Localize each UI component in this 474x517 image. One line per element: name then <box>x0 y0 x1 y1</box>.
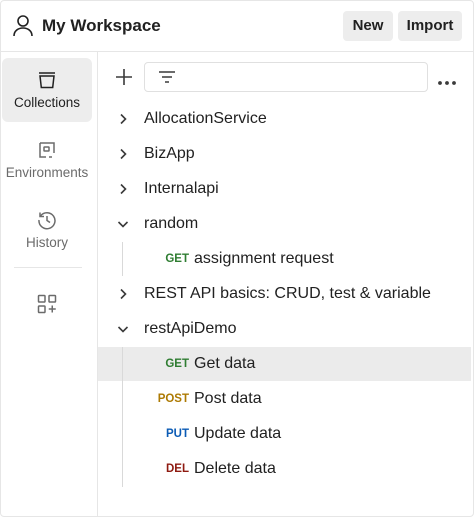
request-item[interactable]: PUT Update data <box>98 417 471 451</box>
request-method-badge: GET <box>165 253 189 265</box>
collection-name: AllocationService <box>144 110 267 127</box>
collection-item[interactable]: random <box>98 207 471 241</box>
collections-panel: AllocationService BizApp Internalapi ran… <box>98 52 474 517</box>
sidebar-item-history[interactable]: History <box>2 198 92 262</box>
workspace-title: My Workspace <box>42 16 161 35</box>
sidebar: Collections Environments History <box>1 52 98 517</box>
request-item[interactable]: POST Post data <box>98 382 471 416</box>
request-name: Delete data <box>194 460 276 477</box>
sidebar-item-collections[interactable]: Collections <box>2 58 92 122</box>
request-item[interactable]: GET assignment request <box>98 242 471 276</box>
request-item[interactable]: DEL Delete data <box>98 452 471 486</box>
history-icon <box>38 211 56 230</box>
sidebar-divider <box>14 267 82 268</box>
filter-input[interactable] <box>144 62 428 92</box>
collection-name: REST API basics: CRUD, test & variable <box>144 285 431 302</box>
environment-icon <box>39 142 55 158</box>
sidebar-item-environments[interactable]: Environments <box>2 128 92 192</box>
collection-item[interactable]: AllocationService <box>98 102 471 136</box>
workspace-panel: My Workspace New Import Collections Envi… <box>0 0 474 517</box>
collection-item[interactable]: BizApp <box>98 137 471 171</box>
trash-bin-icon <box>39 72 55 89</box>
sidebar-item-label: Environments <box>5 165 89 180</box>
chevron-right-icon[interactable] <box>117 288 129 300</box>
request-name: assignment request <box>194 250 334 267</box>
collection-name: random <box>144 215 199 232</box>
import-button[interactable]: Import <box>398 11 462 41</box>
chevron-right-icon[interactable] <box>117 183 129 195</box>
workspace-header: My Workspace New Import <box>1 1 474 52</box>
request-method-badge: PUT <box>166 428 189 440</box>
request-method-badge: DEL <box>166 463 189 475</box>
chevron-down-icon[interactable] <box>117 323 129 335</box>
request-name: Post data <box>194 390 262 407</box>
request-name: Update data <box>194 425 282 442</box>
collection-name: Internalapi <box>144 180 219 197</box>
request-method-badge: POST <box>157 393 189 405</box>
sidebar-item-label: Collections <box>13 95 81 110</box>
chevron-right-icon[interactable] <box>117 113 129 125</box>
plus-icon[interactable] <box>114 67 134 87</box>
collection-item[interactable]: restApiDemo <box>98 312 471 346</box>
filter-icon[interactable] <box>158 70 176 89</box>
more-icon[interactable] <box>437 73 457 85</box>
collection-name: BizApp <box>144 145 195 162</box>
sidebar-item-label: History <box>25 235 68 250</box>
user-icon <box>12 14 34 38</box>
request-method-badge: GET <box>165 358 189 370</box>
collection-name: restApiDemo <box>144 320 237 337</box>
collection-item[interactable]: Internalapi <box>98 172 471 206</box>
new-button[interactable]: New <box>343 11 393 41</box>
collection-item[interactable]: REST API basics: CRUD, test & variable <box>98 277 471 311</box>
add-widget-icon[interactable] <box>37 294 57 319</box>
request-name: Get data <box>194 355 256 372</box>
chevron-right-icon[interactable] <box>117 148 129 160</box>
request-item-selected[interactable]: GET Get data <box>98 347 471 381</box>
chevron-down-icon[interactable] <box>117 218 129 230</box>
